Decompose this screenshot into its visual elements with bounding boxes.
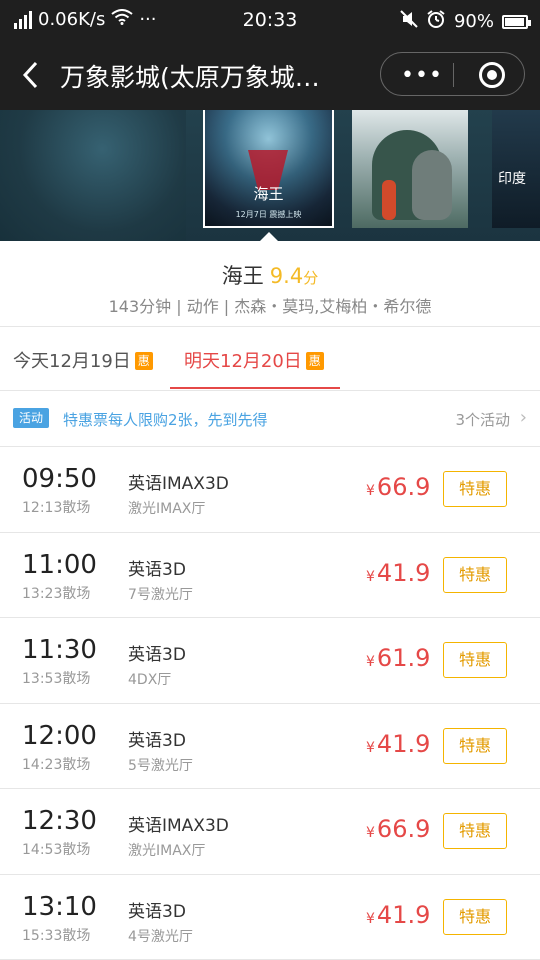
poster-title: 海王 (253, 185, 284, 203)
hall-name: 激光IMAX厅 (128, 501, 206, 517)
capsule-divider (453, 63, 454, 87)
score-unit: 分 (303, 269, 319, 287)
chevron-right-icon: › (519, 407, 527, 428)
nav-bar: 万象影城(太原万象城… ••• (0, 40, 540, 110)
end-time: 14:53散场 (22, 842, 91, 858)
price-value: 61.9 (376, 644, 431, 672)
showtime-row[interactable]: 11:00 13:23散场 英语3D 7号激光厅 ¥41.9 特惠 (0, 533, 540, 618)
miniprogram-capsule: ••• (380, 52, 525, 96)
status-right: 90% (400, 9, 531, 34)
page-title: 万象影城(太原万象城… (60, 63, 320, 92)
discount-badge: 惠 (305, 352, 324, 370)
poster-footer: 12月7日 震撼上映 (235, 210, 302, 219)
poster-carousel[interactable]: 海王 12月7日 震撼上映 印度 (0, 110, 540, 241)
activity-bar[interactable]: 活动 特惠票每人限购2张，先到先得 3个活动 › (0, 391, 540, 446)
active-tab-indicator (170, 387, 340, 389)
price: ¥41.9 (366, 559, 430, 587)
end-time: 13:53散场 (22, 671, 91, 687)
buy-special-button[interactable]: 特惠 (443, 898, 507, 935)
hall-name: 4号激光厅 (128, 928, 193, 945)
price-value: 41.9 (376, 900, 431, 929)
start-time: 11:00 (22, 549, 97, 580)
tab-tomorrow-label: 明天12月20日 (184, 351, 302, 372)
tab-today-label: 今天12月19日 (13, 351, 131, 372)
start-time: 13:10 (22, 891, 97, 922)
hall-name: 5号激光厅 (128, 757, 193, 774)
price-value: 41.9 (376, 558, 431, 587)
language-format: 英语3D (128, 901, 186, 922)
end-time: 13:23散场 (22, 585, 91, 602)
price: ¥66.9 (366, 473, 430, 501)
poster-next[interactable] (352, 110, 468, 228)
showtime-row[interactable]: 09:50 12:13散场 英语IMAX3D 激光IMAX厅 ¥66.9 特惠 (0, 447, 540, 533)
price: ¥41.9 (366, 730, 430, 758)
back-button[interactable] (18, 60, 42, 90)
currency-symbol: ¥ (366, 654, 375, 670)
showtime-list: 09:50 12:13散场 英语IMAX3D 激光IMAX厅 ¥66.9 特惠 … (0, 447, 540, 960)
end-time: 14:23散场 (22, 756, 91, 773)
battery-percent: 90% (453, 11, 494, 32)
movie-title: 海王 (221, 264, 264, 288)
selected-pointer-icon (260, 232, 278, 241)
battery-icon (502, 14, 531, 29)
price-value: 66.9 (376, 815, 431, 843)
movie-score: 9.4 (269, 264, 304, 288)
start-time: 12:00 (22, 720, 97, 751)
poster-side-title: 印度 (498, 171, 526, 187)
end-time: 15:33散场 (22, 927, 91, 944)
movie-title-row: 海王 9.4分 (0, 260, 540, 290)
status-bar: 0.06K/s ··· 20:33 90% (0, 0, 540, 40)
showtime-row[interactable]: 12:00 14:23散场 英语3D 5号激光厅 ¥41.9 特惠 (0, 704, 540, 789)
currency-symbol: ¥ (366, 483, 375, 499)
hall-name: 激光IMAX厅 (128, 843, 206, 859)
activity-tag: 活动 (13, 408, 49, 428)
poster-art-figure (412, 150, 452, 220)
language-format: 英语3D (128, 645, 186, 665)
target-close-icon[interactable] (479, 62, 505, 88)
currency-symbol: ¥ (366, 910, 375, 927)
price-value: 66.9 (376, 473, 431, 501)
poster-prev[interactable] (0, 110, 186, 241)
buy-special-button[interactable]: 特惠 (443, 813, 507, 849)
poster-selected[interactable]: 海王 12月7日 震撼上映 (203, 110, 334, 228)
alarm-icon (426, 9, 446, 34)
buy-special-button[interactable]: 特惠 (443, 642, 507, 678)
price-value: 41.9 (376, 729, 431, 758)
activity-count[interactable]: 3个活动 (455, 409, 510, 430)
language-format: 英语IMAX3D (128, 474, 229, 494)
price: ¥41.9 (366, 901, 430, 929)
language-format: 英语3D (128, 730, 186, 751)
date-tabs: 今天12月19日惠 明天12月20日惠 (0, 327, 540, 390)
start-time: 09:50 (22, 464, 97, 494)
discount-badge: 惠 (134, 352, 153, 370)
end-time: 12:13散场 (22, 500, 91, 516)
activity-text: 特惠票每人限购2张，先到先得 (63, 411, 268, 429)
movie-info: 海王 9.4分 143分钟 | 动作 | 杰森・莫玛,艾梅柏・希尔德 (0, 241, 540, 326)
language-format: 英语3D (128, 559, 186, 580)
hall-name: 7号激光厅 (128, 586, 193, 603)
showtime-row[interactable]: 11:30 13:53散场 英语3D 4DX厅 ¥61.9 特惠 (0, 618, 540, 704)
poster-art-girl (382, 180, 396, 220)
price: ¥61.9 (366, 644, 430, 672)
buy-special-button[interactable]: 特惠 (443, 556, 507, 593)
buy-special-button[interactable]: 特惠 (443, 471, 507, 507)
start-time: 11:30 (22, 635, 97, 665)
currency-symbol: ¥ (366, 825, 375, 841)
currency-symbol: ¥ (366, 739, 375, 756)
poster-next-2[interactable]: 印度 (492, 110, 540, 228)
movie-meta: 143分钟 | 动作 | 杰森・莫玛,艾梅柏・希尔德 (108, 297, 432, 316)
chevron-left-icon (22, 61, 38, 89)
hall-name: 4DX厅 (128, 672, 172, 688)
more-dots-icon[interactable]: ••• (401, 63, 443, 88)
language-format: 英语IMAX3D (128, 816, 229, 836)
start-time: 12:30 (22, 806, 97, 836)
tab-today[interactable]: 今天12月19日惠 (13, 347, 153, 373)
showtime-row[interactable]: 13:10 15:33散场 英语3D 4号激光厅 ¥41.9 特惠 (0, 875, 540, 960)
price: ¥66.9 (366, 815, 430, 843)
currency-symbol: ¥ (366, 568, 375, 585)
mute-icon (400, 10, 418, 33)
buy-special-button[interactable]: 特惠 (443, 727, 507, 764)
showtime-row[interactable]: 12:30 14:53散场 英语IMAX3D 激光IMAX厅 ¥66.9 特惠 (0, 789, 540, 875)
tab-tomorrow[interactable]: 明天12月20日惠 (184, 347, 324, 373)
